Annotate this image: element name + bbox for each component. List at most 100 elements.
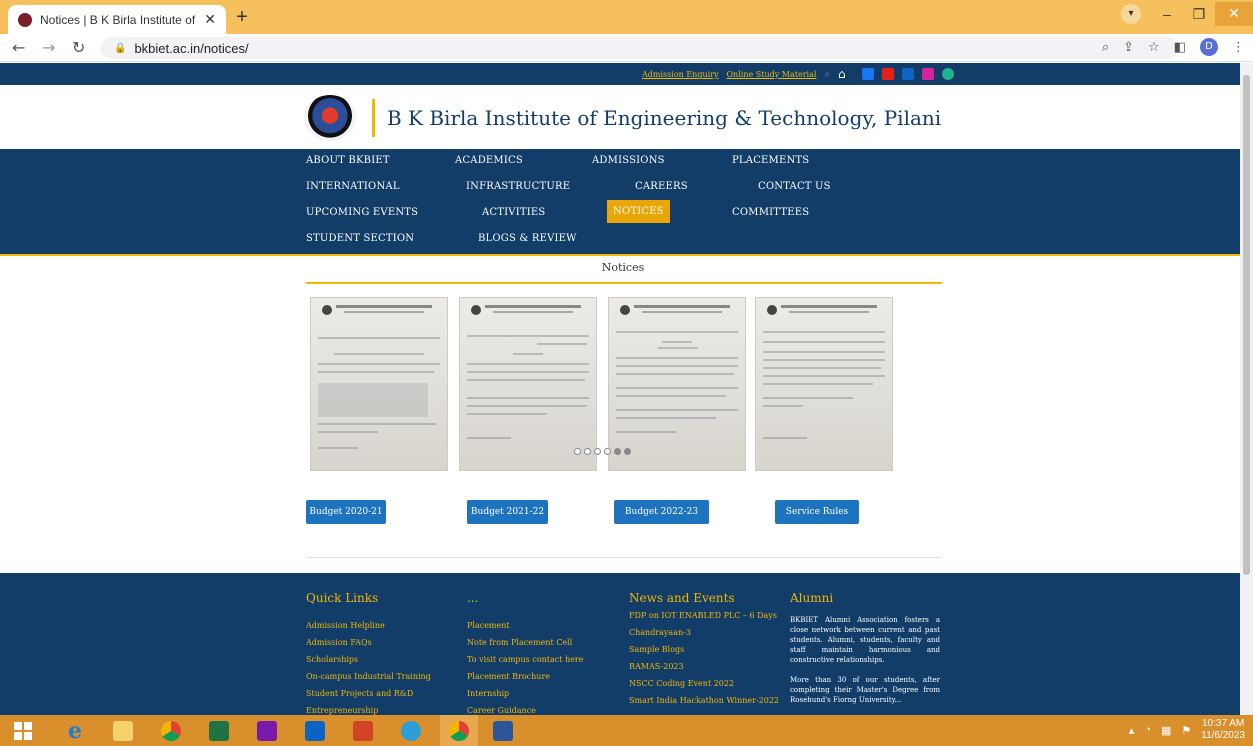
service-rules-button[interactable]: Service Rules xyxy=(775,500,859,524)
instagram-icon[interactable] xyxy=(921,68,934,80)
budget-2021-22-button[interactable]: Budget 2021-22 xyxy=(467,500,548,524)
toolbar-actions: ⌕ ⇪ ☆ ◧ D ⋮ xyxy=(1102,38,1245,56)
excel-icon[interactable] xyxy=(200,715,238,746)
nav-international[interactable]: INTERNATIONAL xyxy=(306,181,400,192)
close-window-button[interactable]: ✕ xyxy=(1215,2,1253,26)
footer-link[interactable]: On-campus Industrial Training xyxy=(306,672,431,689)
nav-academics[interactable]: ACADEMICS xyxy=(455,155,523,166)
youtube-icon[interactable] xyxy=(881,68,894,80)
linkedin-icon[interactable] xyxy=(901,68,914,80)
back-icon[interactable]: ← xyxy=(12,38,25,57)
page-scrollbar[interactable] xyxy=(1240,63,1253,715)
notices-carousel[interactable] xyxy=(310,297,910,471)
reload-icon[interactable]: ↻ xyxy=(72,38,85,57)
notice-image[interactable] xyxy=(755,297,893,471)
share-icon[interactable]: ⇪ xyxy=(1123,40,1134,55)
notice-image[interactable] xyxy=(459,297,597,471)
admission-enquiry-link[interactable]: Admission Enquiry xyxy=(642,70,719,79)
nav-about[interactable]: ABOUT BKBIET xyxy=(306,155,390,166)
restore-button[interactable]: ❐ xyxy=(1183,6,1215,23)
system-clock[interactable]: 10:37 AM 11/6/2023 xyxy=(1201,718,1245,742)
file-explorer-icon[interactable] xyxy=(104,715,142,746)
word-icon[interactable] xyxy=(484,715,522,746)
side-panel-icon[interactable]: ◧ xyxy=(1174,40,1186,55)
menu-kebab-icon[interactable]: ⋮ xyxy=(1232,40,1245,55)
carousel-dot-active[interactable] xyxy=(614,448,621,455)
browser-tab[interactable]: Notices | B K Birla Institute of Eng ✕ xyxy=(8,5,226,34)
nav-careers[interactable]: CAREERS xyxy=(635,181,688,192)
extra-social-icon[interactable] xyxy=(941,68,954,80)
notice-image[interactable] xyxy=(608,297,746,471)
footer-link[interactable]: Scholarships xyxy=(306,655,431,672)
outlook-icon[interactable] xyxy=(296,715,334,746)
site-brand[interactable]: B K Birla Institute of Engineering & Tec… xyxy=(304,95,941,141)
minimize-button[interactable]: – xyxy=(1151,6,1183,22)
bookmark-star-icon[interactable]: ☆ xyxy=(1148,40,1160,55)
footer-link[interactable]: FDP on IOT ENABLED PLC – 6 Days xyxy=(629,611,779,628)
site-favicon-icon xyxy=(18,12,32,27)
home-icon[interactable]: ⌂ xyxy=(838,67,846,81)
footer-link[interactable]: Sample Blogs xyxy=(629,645,779,662)
footer-link[interactable]: Admission FAQs xyxy=(306,638,431,655)
new-tab-button[interactable]: + xyxy=(232,7,252,28)
footer-link[interactable]: Internship xyxy=(467,689,583,706)
powerpoint-icon[interactable] xyxy=(344,715,382,746)
nav-activities[interactable]: ACTIVITIES xyxy=(482,207,545,218)
footer-link[interactable]: Smart India Hackathon Winner-2022 xyxy=(629,696,779,713)
carousel-dot[interactable] xyxy=(574,448,581,455)
footer-link[interactable]: Career Guidance xyxy=(467,706,583,715)
budget-2020-21-button[interactable]: Budget 2020-21 xyxy=(306,500,386,524)
url-bar[interactable]: 🔒 bkbiet.ac.in/notices/ xyxy=(100,37,1180,59)
network-icon[interactable]: ◔ xyxy=(1144,724,1151,736)
nav-student-section[interactable]: STUDENT SECTION xyxy=(306,233,414,244)
nav-upcoming-events[interactable]: UPCOMING EVENTS xyxy=(306,207,418,218)
footer-link[interactable]: NSCC Coding Event 2022 xyxy=(629,679,779,696)
footer-link[interactable]: Student Projects and R&D xyxy=(306,689,431,706)
online-study-material-link[interactable]: Online Study Material xyxy=(727,70,817,79)
internet-explorer-icon[interactable]: e xyxy=(56,715,94,746)
carousel-dot[interactable] xyxy=(594,448,601,455)
scrollbar-thumb[interactable] xyxy=(1243,75,1250,575)
nav-blogs-review[interactable]: BLOGS & REVIEW xyxy=(478,233,577,244)
notice-image[interactable] xyxy=(310,297,448,471)
search-icon[interactable]: ⌕ xyxy=(824,69,830,80)
tray-chevron-icon[interactable]: ▴ xyxy=(1129,724,1135,737)
window-controls: ▾ – ❐ ✕ xyxy=(1121,0,1253,28)
zoom-icon[interactable]: ⌕ xyxy=(1102,40,1109,55)
chrome-icon[interactable] xyxy=(152,715,190,746)
footer-link[interactable]: Note from Placement Cell xyxy=(467,638,583,655)
facebook-icon[interactable] xyxy=(861,68,874,80)
footer-link[interactable]: Admission Helpline xyxy=(306,621,431,638)
tab-close-icon[interactable]: ✕ xyxy=(204,11,216,28)
nav-infrastructure[interactable]: INFRASTRUCTURE xyxy=(466,181,570,192)
nav-notices[interactable]: NOTICES xyxy=(607,200,670,223)
footer-link[interactable]: Placement Brochure xyxy=(467,672,583,689)
footer-link[interactable]: Placement xyxy=(467,621,583,638)
forward-icon[interactable]: → xyxy=(42,38,55,57)
footer-link[interactable]: RAMAS-2023 xyxy=(629,662,779,679)
budget-2022-23-button[interactable]: Budget 2022-23 xyxy=(614,500,709,524)
footer-link[interactable]: To visit campus contact here xyxy=(467,655,583,672)
lock-icon: 🔒 xyxy=(114,42,127,54)
url-text[interactable]: bkbiet.ac.in/notices/ xyxy=(134,41,248,56)
tab-title: Notices | B K Birla Institute of Eng xyxy=(40,12,198,27)
carousel-dot[interactable] xyxy=(584,448,591,455)
nav-committees[interactable]: COMMITTEES xyxy=(732,207,809,218)
onenote-icon[interactable] xyxy=(248,715,286,746)
chrome-active-icon[interactable] xyxy=(440,715,478,746)
windows-start-icon[interactable] xyxy=(4,715,42,746)
edge-icon[interactable] xyxy=(392,715,430,746)
carousel-dot-active[interactable] xyxy=(624,448,631,455)
profile-avatar[interactable]: D xyxy=(1200,38,1218,56)
tab-search-icon[interactable]: ▾ xyxy=(1121,4,1141,24)
carousel-dot[interactable] xyxy=(604,448,611,455)
nav-contact[interactable]: CONTACT US xyxy=(758,181,831,192)
notification-icon[interactable]: ⚑ xyxy=(1181,724,1191,737)
nav-admissions[interactable]: ADMISSIONS xyxy=(592,155,665,166)
nav-bottom-border xyxy=(0,254,1240,256)
system-tray: ▴ ◔ ▦ ⚑ 10:37 AM 11/6/2023 xyxy=(1129,718,1245,742)
footer-link[interactable]: Entrepreneurship xyxy=(306,706,431,715)
footer-link[interactable]: Chandrayaan-3 xyxy=(629,628,779,645)
nav-placements[interactable]: PLACEMENTS xyxy=(732,155,809,166)
keyboard-icon[interactable]: ▦ xyxy=(1161,724,1171,737)
